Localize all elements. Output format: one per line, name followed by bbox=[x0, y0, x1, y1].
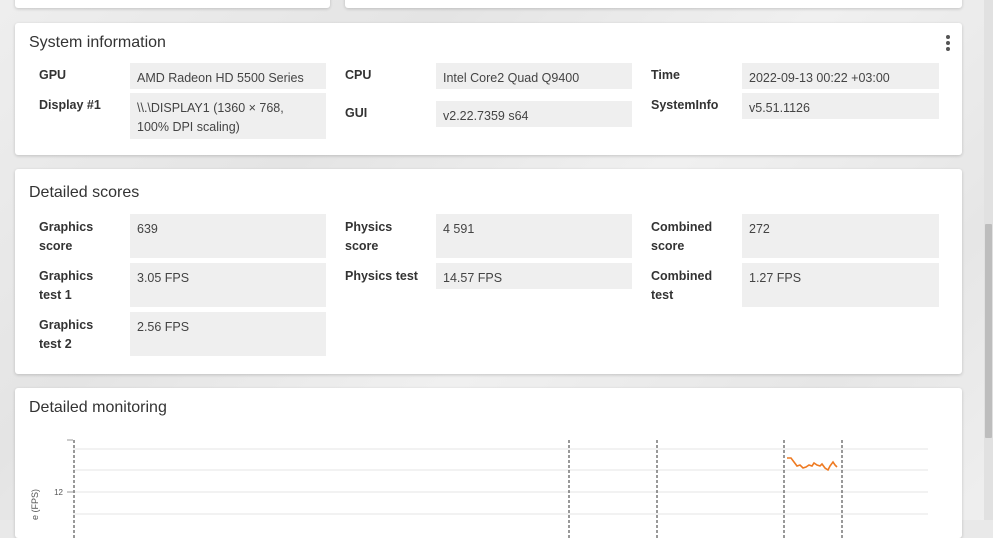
gui-value: v2.22.7359 s64 bbox=[436, 101, 632, 127]
gpu-value: AMD Radeon HD 5500 Series bbox=[130, 63, 326, 89]
cpu-label: CPU bbox=[345, 68, 372, 82]
cpu-value: Intel Core2 Quad Q9400 bbox=[436, 63, 632, 89]
combined-score-label: Combined score bbox=[651, 220, 713, 253]
graphics-score-label: Graphics score bbox=[39, 220, 94, 253]
scrollbar-thumb[interactable] bbox=[985, 224, 992, 438]
graphics-test-1-value: 3.05 FPS bbox=[130, 263, 326, 307]
systeminfo-label: SystemInfo bbox=[651, 98, 719, 112]
detailed-monitoring-card: Detailed monitoring 12 e (FPS) bbox=[15, 388, 962, 538]
combined-test-value: 1.27 FPS bbox=[742, 263, 939, 307]
physics-test-label: Physics test bbox=[345, 269, 418, 283]
physics-score-value: 4 591 bbox=[436, 214, 632, 258]
page-scrollbar[interactable] bbox=[984, 0, 993, 520]
y-axis-label: e (FPS) bbox=[30, 489, 40, 520]
combined-test-label: Combined test bbox=[651, 269, 713, 302]
fps-line bbox=[787, 457, 838, 472]
time-value: 2022-09-13 00:22 +03:00 bbox=[742, 63, 939, 89]
physics-score-label: Physics score bbox=[345, 220, 393, 253]
detailed-scores-card: Detailed scores Graphics score 639 Graph… bbox=[15, 169, 962, 374]
graphics-test-1-label: Graphics test 1 bbox=[39, 269, 94, 302]
physics-test-value: 14.57 FPS bbox=[436, 263, 632, 289]
card-title: System information bbox=[29, 34, 166, 51]
monitoring-chart[interactable]: 12 e (FPS) bbox=[15, 388, 962, 538]
y-tick-label: 12 bbox=[54, 488, 63, 497]
graphics-test-2-value: 2.56 FPS bbox=[130, 312, 326, 356]
previous-card-left bbox=[15, 0, 330, 8]
display-label: Display #1 bbox=[39, 98, 101, 112]
more-options-icon[interactable] bbox=[946, 35, 950, 53]
card-title: Detailed scores bbox=[29, 184, 140, 201]
gui-label: GUI bbox=[345, 106, 368, 120]
graphics-test-2-label: Graphics test 2 bbox=[39, 318, 94, 351]
gpu-label: GPU bbox=[39, 68, 67, 82]
system-information-card: System information GPU AMD Radeon HD 550… bbox=[15, 23, 962, 155]
time-label: Time bbox=[651, 68, 680, 82]
graphics-score-value: 639 bbox=[130, 214, 326, 258]
display-value: \\.\DISPLAY1 (1360 × 768, 100% DPI scali… bbox=[130, 93, 326, 139]
systeminfo-value: v5.51.1126 bbox=[742, 93, 939, 119]
combined-score-value: 272 bbox=[742, 214, 939, 258]
previous-card-right bbox=[345, 0, 962, 8]
